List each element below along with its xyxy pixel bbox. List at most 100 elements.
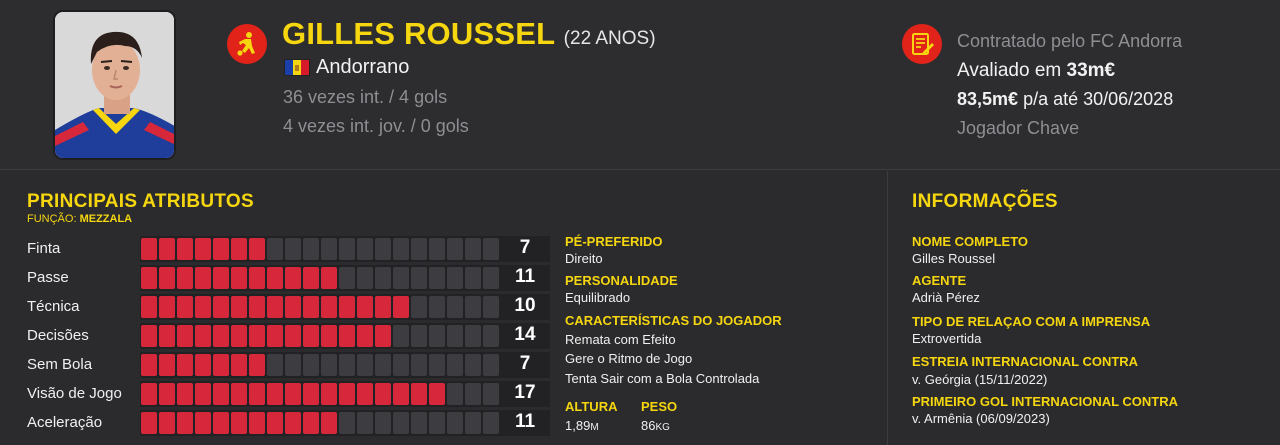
media-handling-value: Extrovertida: [912, 331, 982, 346]
attributes-title: PRINCIPAIS ATRIBUTOS: [27, 191, 254, 212]
preferred-foot-label: PÉ-PREFERIDO: [565, 234, 663, 249]
attribute-bar-segment: [483, 296, 499, 318]
attribute-bar-segment: [249, 267, 265, 289]
attribute-bar: [140, 265, 550, 291]
attribute-bar-segment: [177, 296, 193, 318]
attribute-bar-segment: [231, 383, 247, 405]
wage: 83,5m€ p/a até 30/06/2028: [957, 89, 1173, 110]
attribute-bar-segment: [213, 325, 229, 347]
characteristic-item: Tenta Sair com a Bola Controlada: [565, 371, 760, 386]
attribute-bar-segment: [429, 412, 445, 434]
attribute-bar-segment: [141, 325, 157, 347]
attribute-bar-segment: [447, 325, 463, 347]
attribute-bar-segment: [375, 354, 391, 376]
attribute-bar-segment: [483, 383, 499, 405]
attribute-row: Finta 7: [0, 234, 560, 263]
attribute-bar-segment: [321, 412, 337, 434]
attribute-bar-segment: [249, 238, 265, 260]
first-goal-value: v. Armênia (06/09/2023): [912, 411, 1050, 426]
player-name: GILLES ROUSSEL: [282, 16, 556, 51]
attribute-bar-segment: [195, 296, 211, 318]
attribute-bar-segment: [393, 383, 409, 405]
attribute-bar-segment: [339, 238, 355, 260]
info-title: INFORMAÇÕES: [912, 191, 1058, 212]
attribute-bar-segment: [267, 412, 283, 434]
attribute-bar-segment: [303, 267, 319, 289]
contract-icon: [902, 24, 942, 64]
personality-label: PERSONALIDADE: [565, 273, 678, 288]
wage-amount: 83,5m€: [957, 89, 1019, 109]
attribute-bar-segment: [231, 267, 247, 289]
attribute-bar-segment: [231, 325, 247, 347]
attribute-bar-segment: [267, 354, 283, 376]
attribute-bar-segment: [267, 296, 283, 318]
attribute-bar-segment: [411, 412, 427, 434]
attribute-bar: [140, 236, 550, 262]
attribute-bar-segment: [141, 296, 157, 318]
attribute-bar-segment: [375, 412, 391, 434]
attribute-bar-segment: [375, 325, 391, 347]
attribute-row: Decisões 14: [0, 321, 560, 350]
attribute-bar-segment: [411, 383, 427, 405]
player-header: GILLES ROUSSEL (22 ANOS) Andorrano 36 ve…: [0, 0, 1280, 170]
attribute-bar-segment: [285, 325, 301, 347]
role-name: MEZZALA: [79, 213, 133, 225]
attribute-row: Aceleração 11: [0, 408, 560, 437]
attribute-bar-segment: [177, 238, 193, 260]
attribute-bar-segment: [483, 238, 499, 260]
attribute-label: Sem Bola: [27, 356, 93, 373]
attribute-bar-segment: [339, 383, 355, 405]
attribute-bar-segment: [411, 296, 427, 318]
attribute-bar-segment: [159, 267, 175, 289]
andorra-flag-icon: [284, 59, 310, 76]
attribute-bar-segment: [357, 383, 373, 405]
attribute-bar-segment: [285, 296, 301, 318]
attribute-bar-segment: [303, 354, 319, 376]
attribute-bar-segment: [447, 354, 463, 376]
attribute-bar-segment: [393, 296, 409, 318]
attribute-bar-segment: [357, 238, 373, 260]
nationality: Andorrano: [316, 56, 410, 78]
attribute-bar-segment: [411, 325, 427, 347]
attribute-bar-segment: [447, 412, 463, 434]
attribute-bar-segment: [231, 296, 247, 318]
height-label: ALTURA: [565, 399, 618, 414]
attribute-bar-segment: [159, 383, 175, 405]
attribute-label: Aceleração: [27, 414, 103, 431]
attribute-bar-segment: [465, 296, 481, 318]
youth-caps: 4 vezes int. jov. / 0 gols: [283, 116, 469, 136]
attribute-bar-segment: [321, 238, 337, 260]
attribute-bar-segment: [429, 325, 445, 347]
attribute-bar-segment: [429, 267, 445, 289]
attribute-bar-segment: [177, 267, 193, 289]
attribute-bar-segment: [483, 325, 499, 347]
attribute-bar-segment: [375, 296, 391, 318]
attribute-bar-segment: [285, 267, 301, 289]
attribute-bar-segment: [213, 267, 229, 289]
attribute-bar-segment: [177, 354, 193, 376]
height-number: 1,89: [565, 418, 591, 433]
attribute-bar-segment: [339, 325, 355, 347]
attribute-row: Passe 11: [0, 263, 560, 292]
characteristic-item: Gere o Ritmo de Jogo: [565, 351, 693, 366]
agent-label: AGENTE: [912, 273, 967, 288]
characteristic-item: Remata com Efeito: [565, 332, 676, 347]
attribute-bar-segment: [195, 267, 211, 289]
role-prefix: FUNÇÃO:: [27, 213, 80, 225]
attribute-bar-segment: [231, 412, 247, 434]
attribute-bar-segment: [321, 354, 337, 376]
attribute-bar: [140, 323, 550, 349]
attribute-bar-segment: [195, 412, 211, 434]
attribute-bar-segment: [267, 238, 283, 260]
attribute-bar-segment: [141, 267, 157, 289]
personality-value: Equilibrado: [565, 290, 631, 305]
attribute-bar-segment: [339, 296, 355, 318]
attribute-bar-segment: [465, 383, 481, 405]
attribute-bar-segment: [411, 238, 427, 260]
attribute-bar-segment: [483, 267, 499, 289]
attribute-bar-segment: [159, 412, 175, 434]
attribute-bar-segment: [195, 354, 211, 376]
attribute-bar-segment: [393, 354, 409, 376]
attribute-bar-segment: [465, 354, 481, 376]
attribute-row: Visão de Jogo 17: [0, 379, 560, 408]
